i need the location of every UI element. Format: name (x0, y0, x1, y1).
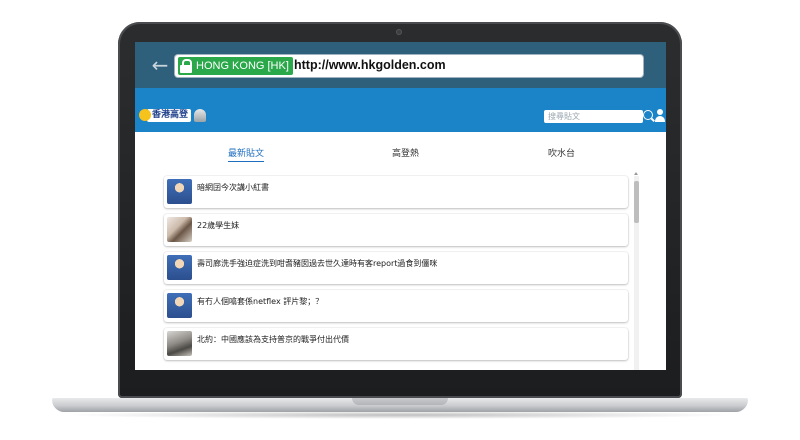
post-title[interactable]: 22歲學生妹 (197, 220, 239, 231)
tab-bar: 最新貼文 高登熱 吹水台 (135, 132, 666, 168)
laptop-screen: ← HONG KONG [HK] http://www.hkgolden.com… (135, 42, 666, 370)
webcam-icon (396, 29, 402, 35)
tab-hot[interactable]: 高登熱 (392, 146, 419, 159)
url-text[interactable]: http://www.hkgolden.com (294, 58, 446, 72)
address-bar[interactable]: HONG KONG [HK] http://www.hkgolden.com (175, 55, 643, 77)
post-title[interactable]: 北約：中國應該為支持普京的戰爭付出代價 (197, 334, 349, 345)
photo-thumbnail (167, 217, 192, 242)
browser-toolbar: ← HONG KONG [HK] http://www.hkgolden.com (135, 42, 666, 88)
back-arrow-icon[interactable]: ← (149, 54, 171, 76)
post-item[interactable]: 暗網囝今次講小紅書 (164, 176, 628, 208)
tab-latest[interactable]: 最新貼文 (228, 146, 265, 162)
search-icon[interactable] (643, 110, 653, 120)
scrollbar-thumb[interactable] (634, 181, 639, 223)
scroll-up-arrow-icon[interactable] (634, 172, 638, 175)
laptop-shadow (60, 411, 740, 419)
cartoon-avatar-icon (167, 255, 192, 280)
cartoon-avatar-icon (167, 293, 192, 318)
logo-text: 香港高登 (147, 108, 192, 122)
post-title[interactable]: 壽司廊洗手強迫症洗到咁耆豬囡過去世久達時有客report過食到僵咪 (197, 258, 437, 269)
user-icon[interactable] (655, 109, 665, 122)
cartoon-avatar-icon (167, 179, 192, 204)
post-item[interactable]: 壽司廊洗手強迫症洗到咁耆豬囡過去世久達時有客report過食到僵咪 (164, 252, 628, 284)
laptop-notch (352, 398, 448, 405)
post-item[interactable]: 北約：中國應該為支持普京的戰爭付出代價 (164, 328, 628, 360)
post-title[interactable]: 有冇人個噏套係netflex 評片黎；？ (197, 296, 323, 307)
tab-chat[interactable]: 吹水台 (548, 146, 575, 159)
post-item[interactable]: 22歲學生妹 (164, 214, 628, 246)
lock-icon (180, 59, 192, 73)
site-logo[interactable]: 香港高登 (139, 108, 207, 122)
post-title[interactable]: 暗網囝今次講小紅書 (197, 182, 269, 193)
search-input[interactable] (544, 110, 643, 123)
logo-ball-icon (139, 109, 151, 121)
ev-certificate-badge[interactable]: HONG KONG [HK] (178, 57, 293, 75)
site-header: 香港高登 (135, 88, 666, 132)
post-item[interactable]: 有冇人個噏套係netflex 評片黎；？ (164, 290, 628, 322)
scrollbar[interactable] (634, 172, 639, 370)
post-list: 暗網囝今次講小紅書 22歲學生妹 壽司廊洗手強迫症洗到咁耆豬囡過去世久達時有客r… (164, 176, 628, 366)
ev-certificate-label: HONG KONG [HK] (196, 60, 289, 72)
photo-thumbnail (167, 331, 192, 356)
mascot-icon (194, 108, 207, 122)
